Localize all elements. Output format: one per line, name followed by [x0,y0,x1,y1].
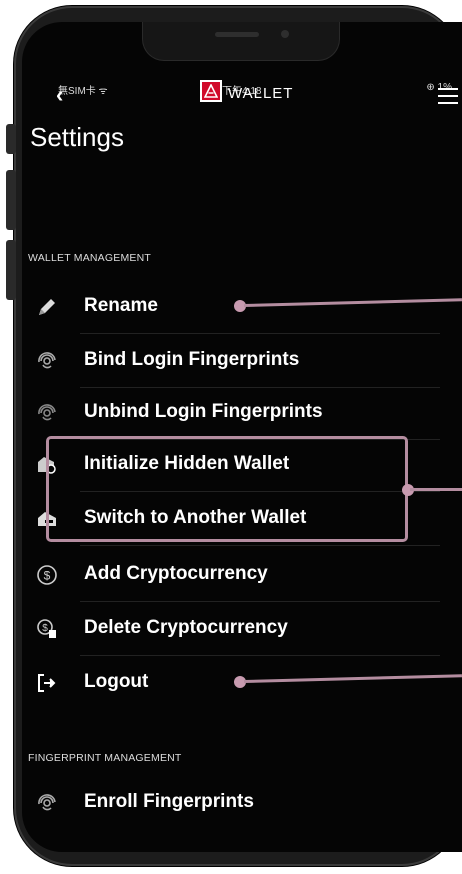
volume-down-button [6,240,16,300]
menu-item-label: Delete Cryptocurrency [84,617,288,638]
menu-item-bind-fingerprints[interactable]: Bind Login Fingerprints [20,334,440,388]
divider [80,545,440,546]
front-camera [281,30,289,38]
fingerprint-off-icon [36,402,58,424]
pencil-icon [36,296,58,318]
back-button[interactable]: ‹ [56,82,63,108]
coin-add-icon: $ [36,564,58,586]
coin-delete-icon: $ [36,618,58,640]
brand-logo-icon [200,80,222,102]
menu-item-unbind-fingerprints[interactable]: Unbind Login Fingerprints [20,386,440,440]
highlight-box-wallet-options [46,436,408,542]
nav-bar: ‹ WALLET [22,80,462,116]
page-title: Settings [30,122,124,152]
fingerprint-enroll-icon [36,792,58,814]
brand-name: WALLET [228,85,294,102]
svg-text:$: $ [42,623,48,634]
menu-item-label: Logout [84,671,149,692]
logout-icon [36,672,58,694]
menu-item-add-cryptocurrency[interactable]: $ Add Cryptocurrency [20,548,440,602]
section-header-fingerprint: FINGERPRINT MANAGEMENT [28,752,182,764]
menu-item-rename[interactable]: Rename [20,280,440,334]
notch [142,22,340,61]
menu-item-enroll-fingerprints[interactable]: Enroll Fingerprints [20,776,440,830]
volume-up-button [6,170,16,230]
section-header-wallet: WALLET MANAGEMENT [28,252,152,264]
menu-item-label: Unbind Login Fingerprints [84,401,323,422]
speaker-grille [215,32,259,37]
menu-item-logout[interactable]: Logout [20,656,440,710]
menu-item-label: Bind Login Fingerprints [84,349,300,370]
callout-line-wallet-options [410,488,462,491]
mute-switch [6,124,16,154]
menu-item-label: Add Cryptocurrency [84,563,268,584]
menu-item-label: Rename [84,295,158,316]
menu-item-delete-cryptocurrency[interactable]: $ Delete Cryptocurrency [20,602,440,656]
fingerprint-icon [36,350,58,372]
hamburger-menu-icon[interactable] [438,88,458,109]
menu-item-label: Enroll Fingerprints [84,791,254,812]
svg-text:$: $ [44,569,51,583]
